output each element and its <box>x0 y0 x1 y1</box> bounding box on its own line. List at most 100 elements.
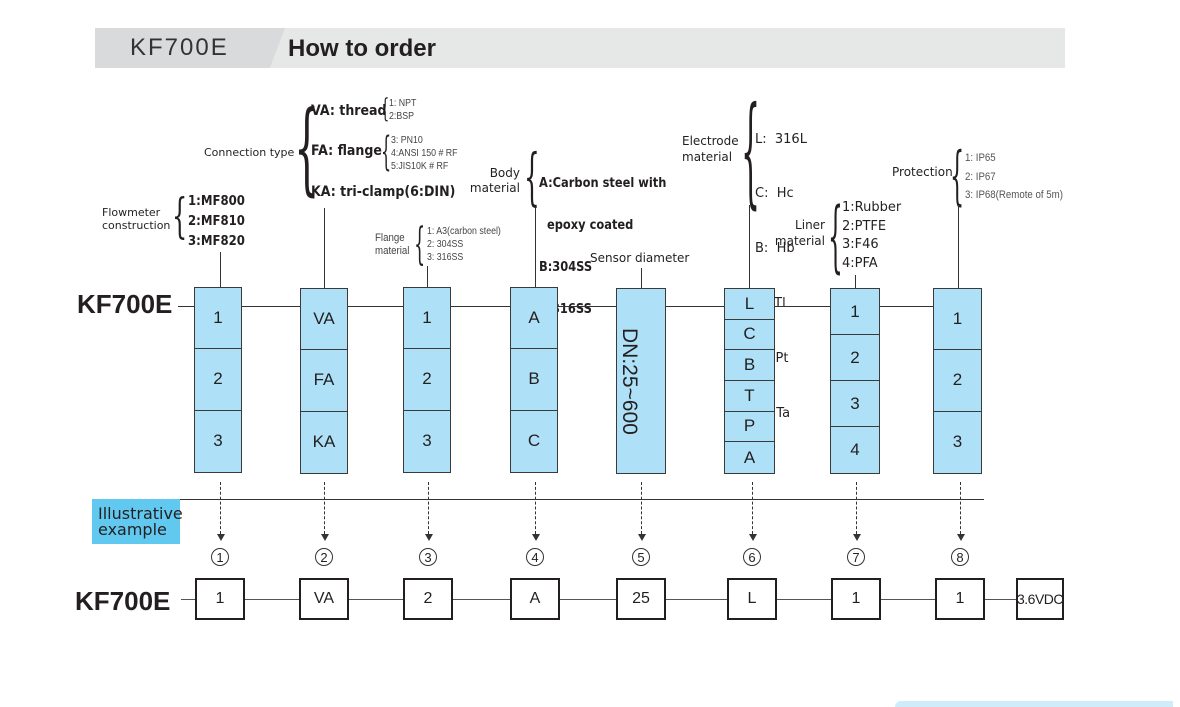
code-cell: B <box>511 349 557 411</box>
brace-icon: { <box>381 129 392 175</box>
code-cell: 1 <box>195 288 241 350</box>
arrow-down-icon <box>957 534 965 541</box>
connection-fa-subs: 3: PN10 4:ANSI 150 # RF 5:JIS10K # RF <box>391 134 458 173</box>
column-sensor-diameter: DN:25~600 <box>616 288 666 474</box>
code-cell: 2 <box>195 349 241 411</box>
step-number-marker: 4 <box>526 548 544 566</box>
code-cell: 1 <box>831 289 879 335</box>
code-cell: VA <box>301 289 347 351</box>
illustrative-example-label: Illustrative example <box>92 499 183 544</box>
arrow-down-icon <box>532 534 540 541</box>
protection-label: Protection <box>892 165 953 179</box>
option: 3: 316SS <box>427 252 464 263</box>
power-supply-box: 3.6VDC <box>1016 578 1064 620</box>
brace-icon: { <box>172 188 188 244</box>
column-flowmeter-construction: 12 3 <box>194 287 242 473</box>
step-number-marker: 8 <box>951 548 969 566</box>
arrow-down-icon <box>638 534 646 541</box>
label-line: construction <box>102 219 171 232</box>
brace-icon: { <box>950 139 965 213</box>
label-line: Liner <box>795 218 825 232</box>
sensor-diameter-label: Sensor diameter <box>590 251 690 265</box>
code-cell: 3 <box>831 381 879 427</box>
option: 1:Rubber <box>842 200 902 215</box>
connector-line <box>535 208 536 288</box>
example-value-box: 1 <box>935 578 985 620</box>
arrow-down-icon <box>321 534 329 541</box>
code-cell: T <box>725 381 774 412</box>
header-model: KF700E <box>130 34 229 61</box>
code-cell: C <box>527 431 541 451</box>
connection-va-subs: 1: NPT 2:BSP <box>389 97 416 123</box>
option: 3: IP68(Remote of 5m) <box>965 189 1063 201</box>
dashed-connector <box>220 482 221 534</box>
option: 2:PTFE <box>842 218 887 234</box>
connection-option-ka: KA: tri-clamp(6:DIN) <box>311 184 456 200</box>
option: A:Carbon steel with <box>539 176 667 191</box>
sub-option: 4:ANSI 150 # RF <box>391 148 458 159</box>
connector-line <box>324 208 325 288</box>
arrow-down-icon <box>425 534 433 541</box>
sub-option: 2:BSP <box>389 111 414 122</box>
example-value-box: A <box>510 578 560 620</box>
code-cell: KA <box>312 432 336 452</box>
code-model: KF700E <box>77 289 173 319</box>
column-flange-material: 12 3 <box>403 287 451 473</box>
example-value-box: L <box>727 578 777 620</box>
option: 3:F46 <box>842 237 879 252</box>
code-cell: 3 <box>952 432 963 452</box>
code-cell: 3 <box>213 431 223 451</box>
code-cell: FA <box>301 350 347 412</box>
liner-material-label: Liner material <box>770 217 825 249</box>
code-cell: A <box>743 447 756 467</box>
option: 2:MF810 <box>188 214 245 229</box>
example-value-box: 25 <box>616 578 666 620</box>
connector-line <box>220 252 221 288</box>
dashed-connector <box>752 482 753 534</box>
sub-option: 3: PN10 <box>391 135 423 146</box>
option: 2: 304SS <box>427 239 464 250</box>
option: 3:MF820 <box>188 234 245 249</box>
dashed-connector <box>856 482 857 534</box>
connection-type-label: Connection type <box>204 146 295 159</box>
dashed-connector <box>535 482 536 534</box>
electrode-material-label: Electrode material <box>682 133 739 165</box>
step-number-marker: 3 <box>419 548 437 566</box>
connector-line <box>855 275 856 288</box>
code-cell: 3 <box>422 431 432 451</box>
flange-material-options: 1: A3(carbon steel) 2: 304SS 3: 316SS <box>427 225 501 264</box>
code-cell: 2 <box>934 350 981 412</box>
code-cell: P <box>725 412 774 443</box>
page-title: How to order <box>288 35 436 62</box>
protection-options: 1: IP65 2: IP67 3: IP68(Remote of 5m) <box>965 149 1063 205</box>
option: epoxy coated <box>539 218 634 233</box>
dashed-connector <box>960 482 961 534</box>
example-value-box: 2 <box>403 578 453 620</box>
label-line: Body <box>489 166 520 180</box>
connector-line <box>641 268 642 288</box>
code-cell: B <box>725 350 774 381</box>
example-model: KF700E <box>75 586 171 616</box>
dashed-connector <box>428 482 429 534</box>
example-divider <box>180 499 984 500</box>
column-electrode-material: LCBTPA <box>724 288 775 474</box>
option: L: 316L <box>755 131 807 147</box>
dashed-connector <box>641 482 642 534</box>
flange-material-label: Flange material <box>375 232 409 258</box>
flowmeter-construction-options: 1:MF800 2:MF810 3:MF820 <box>188 192 245 252</box>
column-protection: 12 3 <box>933 288 982 474</box>
step-number-marker: 1 <box>211 548 229 566</box>
code-cell: A <box>511 288 557 350</box>
step-number-marker: 7 <box>847 548 865 566</box>
label-line: material <box>774 234 825 248</box>
arrow-down-icon <box>749 534 757 541</box>
connection-option-va: VA: thread <box>311 103 387 119</box>
example-value-box: 1 <box>831 578 881 620</box>
code-cell: C <box>725 320 774 351</box>
sub-option: 1: NPT <box>389 98 417 109</box>
label-line: Electrode <box>682 134 739 148</box>
code-cell: 1 <box>934 289 981 351</box>
dashed-connector <box>324 482 325 534</box>
label-line: example <box>98 520 167 539</box>
sub-option: 5:JIS10K # RF <box>391 161 449 172</box>
